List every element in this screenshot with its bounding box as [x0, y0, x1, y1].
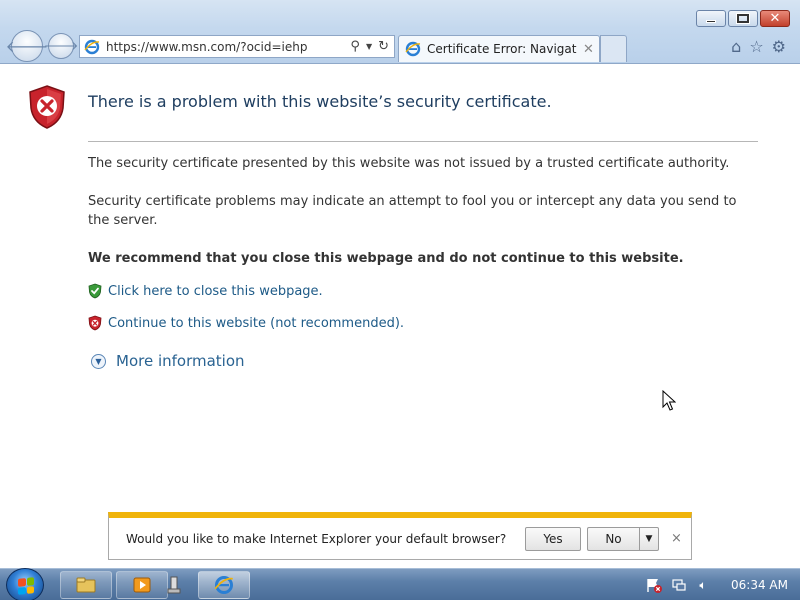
no-button[interactable]: No	[587, 527, 639, 551]
system-tray: 🔈︎ 06:34 AM	[645, 569, 800, 600]
media-player-icon	[133, 577, 151, 593]
recommendation-text: We recommend that you close this webpage…	[88, 251, 684, 266]
maximize-icon	[737, 14, 749, 23]
paragraph-untrusted-authority: The security certificate presented by th…	[88, 156, 730, 171]
action-center-flag-icon[interactable]	[645, 577, 663, 593]
green-shield-icon	[88, 283, 102, 299]
minimize-icon	[706, 20, 716, 23]
gear-icon[interactable]: ⚙	[772, 37, 786, 56]
address-bar[interactable]: https://www.msn.com/?ocid=iehp ⚲ ▼ ↻	[79, 35, 395, 58]
notification-text: Would you like to make Internet Explorer…	[126, 532, 507, 546]
page-title: There is a problem with this website’s s…	[88, 92, 552, 111]
ie-page-icon	[84, 39, 100, 54]
volume-icon[interactable]: 🔈︎	[695, 577, 711, 593]
close-window-button[interactable]: ✕	[760, 10, 790, 27]
favorites-star-icon[interactable]: ☆	[749, 37, 763, 56]
tab-title: Certificate Error: Navigatio...	[427, 42, 577, 56]
dropdown-arrow-icon: ▼	[645, 534, 653, 544]
continue-row: Continue to this website (not recommende…	[88, 315, 404, 331]
close-icon: ✕	[769, 11, 781, 26]
divider	[88, 141, 758, 142]
mouse-pointer-icon	[662, 390, 676, 411]
chevron-down-icon: ▼	[91, 353, 106, 369]
search-icon[interactable]: ⚲	[350, 39, 360, 54]
forward-arrow-icon: 🡒	[43, 39, 79, 54]
default-browser-notification: Would you like to make Internet Explorer…	[108, 512, 692, 560]
window-controls: ✕	[696, 10, 790, 27]
dropdown-chevron-icon[interactable]: ▼	[366, 42, 372, 51]
tab-close-icon[interactable]: ✕	[583, 42, 594, 57]
back-arrow-icon: 🡐	[5, 37, 49, 56]
close-webpage-link[interactable]: Click here to close this webpage.	[108, 284, 323, 299]
browser-chrome: ✕ 🡐 🡒 https://www.msn.com/?ocid=iehp ⚲ ▼…	[0, 0, 800, 64]
clock[interactable]: 06:34 AM	[731, 578, 788, 592]
network-icon[interactable]	[671, 577, 687, 593]
file-explorer-icon	[76, 577, 96, 593]
internet-explorer-icon	[214, 576, 233, 594]
home-icon[interactable]: ⌂	[731, 37, 741, 56]
more-information-toggle[interactable]: ▼ More information	[91, 352, 245, 370]
app-icon	[167, 576, 181, 594]
tab-certificate-error[interactable]: Certificate Error: Navigatio... ✕	[398, 35, 600, 62]
taskbar-file-explorer[interactable]	[60, 571, 112, 599]
taskbar: 🔈︎ 06:34 AM	[0, 568, 800, 600]
back-button[interactable]: 🡐	[6, 30, 48, 62]
start-button[interactable]	[6, 568, 44, 600]
paragraph-security-warning: Security certificate problems may indica…	[88, 194, 737, 228]
continue-website-link[interactable]: Continue to this website (not recommende…	[108, 316, 404, 331]
error-shield-icon	[29, 85, 65, 129]
notification-close-button[interactable]: ×	[671, 531, 682, 546]
forward-button[interactable]: 🡒	[44, 33, 78, 59]
address-url[interactable]: https://www.msn.com/?ocid=iehp	[106, 40, 350, 54]
ie-tab-icon	[405, 41, 421, 57]
refresh-icon[interactable]: ↻	[378, 39, 389, 54]
new-tab-button[interactable]	[600, 35, 627, 62]
no-options-dropdown[interactable]: ▼	[639, 527, 659, 551]
red-shield-icon	[88, 315, 102, 331]
taskbar-internet-explorer[interactable]	[198, 571, 250, 599]
more-information-label: More information	[116, 352, 245, 370]
close-page-row: Click here to close this webpage.	[88, 283, 323, 299]
windows-logo-icon	[18, 577, 34, 595]
minimize-button[interactable]	[696, 10, 726, 27]
page-content: There is a problem with this website’s s…	[0, 64, 800, 568]
yes-button[interactable]: Yes	[525, 527, 581, 551]
taskbar-app[interactable]	[160, 571, 188, 599]
maximize-button[interactable]	[728, 10, 758, 27]
